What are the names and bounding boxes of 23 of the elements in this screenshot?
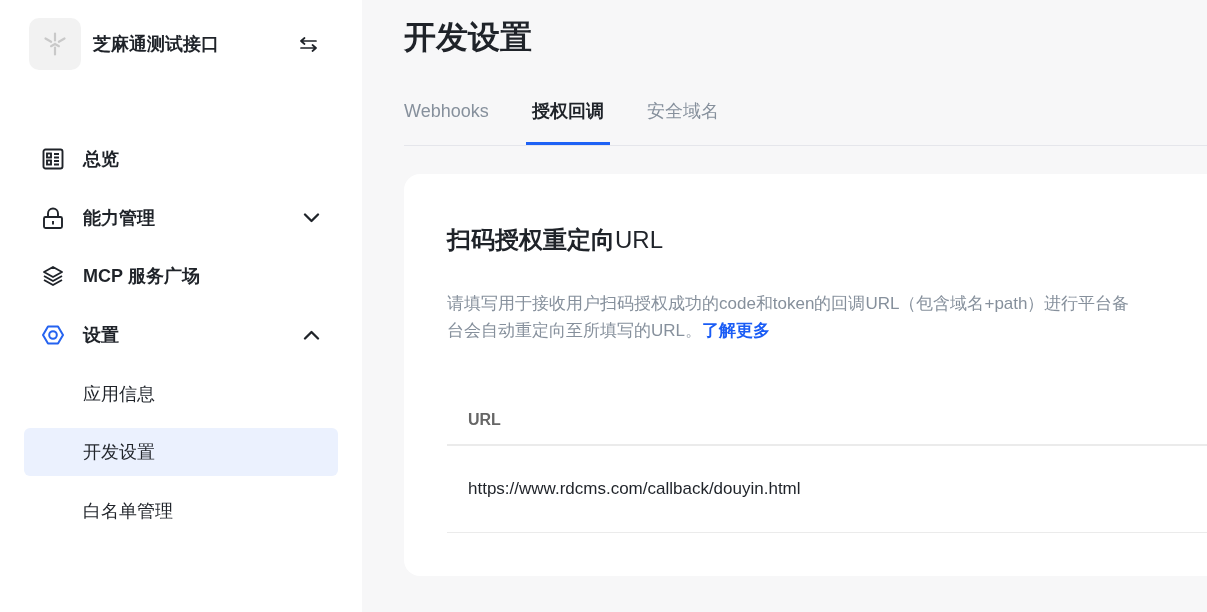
swap-icon[interactable] — [299, 36, 318, 52]
table-cell: https://www.rdcms.com/callback/douyin.html — [468, 479, 801, 499]
nav-item[interactable]: 总览 — [24, 135, 338, 183]
document-list-icon — [42, 148, 64, 170]
asterisk-logo-icon — [29, 18, 81, 70]
page-title: 开发设置 — [404, 18, 532, 57]
nav-item[interactable]: 能力管理 — [24, 193, 338, 242]
layers-icon — [42, 265, 64, 288]
submenu-item[interactable]: 白名单管理 — [24, 487, 338, 536]
nav-item[interactable]: MCP 服务广场 — [24, 252, 338, 301]
lock-icon — [42, 206, 64, 229]
app-name: 芝麻通测试接口 — [93, 33, 219, 56]
chevron-down-icon[interactable] — [303, 212, 320, 223]
learn-more-link[interactable]: 了解更多 — [702, 321, 770, 340]
section-title: 扫码授权重定向URL — [447, 225, 663, 255]
nav-item[interactable]: 设置 — [24, 311, 338, 360]
tab[interactable]: 授权回调 — [525, 77, 610, 145]
chevron-up-icon[interactable] — [303, 330, 320, 341]
submenu-item[interactable]: 应用信息 — [24, 369, 338, 418]
description-text: 请填写用于接收用户扫码授权成功的code和token的回调URL（包含域名+path）进行平台备 台会自动重定向至所填写的URL。了解更多 — [447, 293, 1130, 342]
column-header: URL — [468, 411, 501, 429]
submenu-item[interactable]: 开发设置 — [24, 428, 338, 477]
settings-icon — [42, 324, 64, 347]
